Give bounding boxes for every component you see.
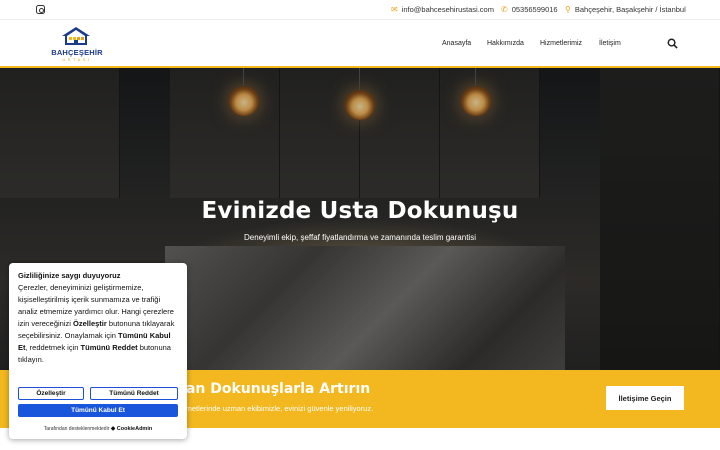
- logo-name: BAHÇEŞEHİR: [51, 48, 103, 57]
- email-link[interactable]: ✉ info@bahcesehirustasi.com: [391, 5, 494, 14]
- phone-link[interactable]: ✆ 05356599016: [501, 5, 558, 14]
- site-header: BAHÇEŞEHİR USTASI Anasayfa Hakkımızda Hi…: [0, 20, 720, 68]
- reject-all-button[interactable]: Tümünü Reddet: [90, 387, 178, 400]
- accept-all-button[interactable]: Tümünü Kabul Et: [18, 404, 178, 417]
- cta-subtitle: hizmetlerinde uzman ekibimizle, evinizi …: [176, 404, 374, 413]
- location-text: Bahçeşehir, Başakşehir / İstanbul: [574, 5, 686, 14]
- nav-services[interactable]: Hizmetlerimiz: [540, 40, 582, 47]
- envelope-icon: ✉: [391, 5, 398, 14]
- cookie-text: Çerezler, deneyiminizi geliştirmemize, k…: [18, 282, 178, 366]
- nav-contact[interactable]: İletişim: [599, 40, 621, 47]
- shield-icon: ◆: [110, 426, 116, 432]
- email-text: info@bahcesehirustasi.com: [401, 5, 494, 14]
- customize-button[interactable]: Özelleştir: [18, 387, 84, 400]
- cookie-text-bold: Özelleştir: [73, 319, 107, 328]
- cookie-text-part: , reddetmek için: [25, 343, 81, 352]
- cookieadmin-brand[interactable]: CookieAdmin: [117, 426, 152, 432]
- cta-title: nan Dokunuşlarla Artırın: [176, 381, 371, 397]
- instagram-icon[interactable]: [36, 5, 45, 14]
- search-icon[interactable]: [667, 38, 678, 49]
- contact-button[interactable]: İletişime Geçin: [606, 386, 684, 410]
- phone-text: 05356599016: [511, 5, 558, 14]
- nav-about[interactable]: Hakkımızda: [487, 40, 524, 47]
- logo-subtitle: USTASI: [62, 57, 92, 62]
- cookie-consent-banner: Gizliliğinize saygı duyuyoruz Çerezler, …: [9, 263, 187, 439]
- hero-title: Evinizde Usta Dokunuşu: [201, 198, 519, 224]
- powered-by-text: Tarafından desteklenmektedir: [43, 426, 110, 432]
- hero-subtitle: Deneyimli ekip, şeffaf fiyatlandırma ve …: [244, 233, 476, 242]
- cookie-button-row: Özelleştir Tümünü Reddet: [18, 387, 178, 400]
- cookie-title: Gizliliğinize saygı duyuyoruz: [18, 271, 121, 280]
- map-pin-icon: ⚲: [565, 5, 571, 14]
- top-bar: ✉ info@bahcesehirustasi.com ✆ 0535659901…: [0, 0, 720, 20]
- logo[interactable]: BAHÇEŞEHİR USTASI: [50, 26, 104, 66]
- cookie-text-bold: Tümünü Reddet: [80, 343, 138, 352]
- house-logo-icon: [62, 27, 90, 45]
- location-info: ⚲ Bahçeşehir, Başakşehir / İstanbul: [565, 5, 686, 14]
- nav-home[interactable]: Anasayfa: [442, 40, 471, 47]
- cookie-footer: Tarafından desteklenmektedir ◆ CookieAdm…: [9, 423, 187, 435]
- phone-icon: ✆: [501, 5, 508, 14]
